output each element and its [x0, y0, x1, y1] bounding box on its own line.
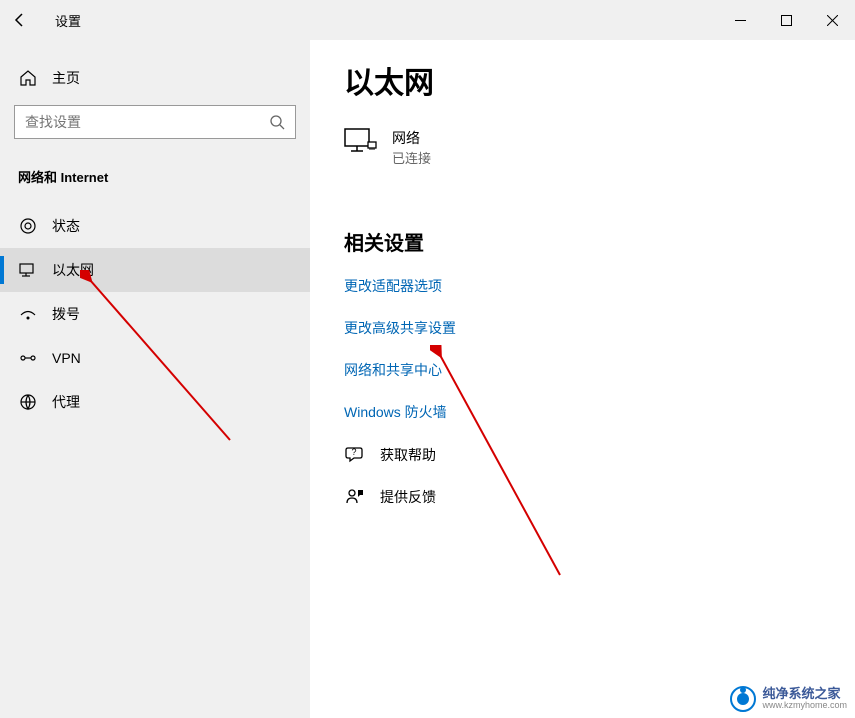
nav-item-dialup[interactable]: 拨号 [0, 292, 310, 336]
category-header: 网络和 Internet [0, 157, 310, 204]
link-adapter-options[interactable]: 更改适配器选项 [344, 276, 821, 296]
help-icon: ? [344, 444, 366, 466]
nav-label: 状态 [52, 216, 80, 236]
get-help[interactable]: ? 获取帮助 [344, 444, 821, 466]
vpn-icon [18, 348, 38, 368]
network-name: 网络 [392, 128, 431, 148]
minimize-button[interactable] [717, 0, 763, 40]
nav-item-vpn[interactable]: VPN [0, 336, 310, 380]
maximize-icon [781, 15, 792, 26]
main-content: 以太网 网络 已连接 相关设置 更改适配器选项 更改高级共享设置 网络和共享中心… [310, 40, 855, 718]
link-advanced-sharing[interactable]: 更改高级共享设置 [344, 318, 821, 338]
help-label: 获取帮助 [380, 445, 436, 465]
feedback-label: 提供反馈 [380, 487, 436, 507]
give-feedback[interactable]: 提供反馈 [344, 486, 821, 508]
nav-item-status[interactable]: 状态 [0, 204, 310, 248]
window-title: 设置 [55, 11, 81, 30]
watermark: 纯净系统之家 www.kzmyhome.com [730, 686, 847, 712]
home-button[interactable]: 主页 [0, 58, 310, 100]
search-box[interactable] [14, 105, 296, 139]
link-network-sharing-center[interactable]: 网络和共享中心 [344, 360, 821, 380]
minimize-icon [735, 15, 746, 26]
search-icon [269, 114, 285, 130]
watermark-logo-icon [730, 686, 756, 712]
home-icon [18, 68, 38, 88]
network-text: 网络 已连接 [392, 128, 431, 167]
search-input[interactable] [25, 114, 269, 130]
nav-label: 以太网 [52, 260, 94, 280]
close-icon [827, 15, 838, 26]
ethernet-icon [18, 260, 38, 280]
network-status[interactable]: 网络 已连接 [344, 128, 821, 167]
nav-label: VPN [52, 350, 81, 366]
watermark-name: 纯净系统之家 [762, 687, 847, 701]
window-controls [717, 0, 855, 40]
network-status-label: 已连接 [392, 148, 431, 167]
nav-label: 代理 [52, 392, 80, 412]
proxy-icon [18, 392, 38, 412]
status-icon [18, 216, 38, 236]
nav-label: 拨号 [52, 304, 80, 324]
dialup-icon [18, 304, 38, 324]
arrow-left-icon [12, 12, 28, 28]
watermark-url: www.kzmyhome.com [762, 701, 847, 711]
nav-item-ethernet[interactable]: 以太网 [0, 248, 310, 292]
svg-text:?: ? [351, 447, 356, 457]
monitor-icon [344, 128, 378, 158]
nav-item-proxy[interactable]: 代理 [0, 380, 310, 424]
watermark-text: 纯净系统之家 www.kzmyhome.com [762, 687, 847, 711]
back-button[interactable] [0, 0, 40, 40]
close-button[interactable] [809, 0, 855, 40]
link-windows-firewall[interactable]: Windows 防火墙 [344, 402, 821, 422]
sidebar: 主页 网络和 Internet 状态 以太网 拨号 VPN 代理 [0, 40, 310, 718]
feedback-icon [344, 486, 366, 508]
titlebar: 设置 [0, 0, 855, 40]
page-title: 以太网 [344, 58, 821, 102]
home-label: 主页 [52, 68, 80, 88]
related-settings-header: 相关设置 [344, 227, 821, 256]
maximize-button[interactable] [763, 0, 809, 40]
